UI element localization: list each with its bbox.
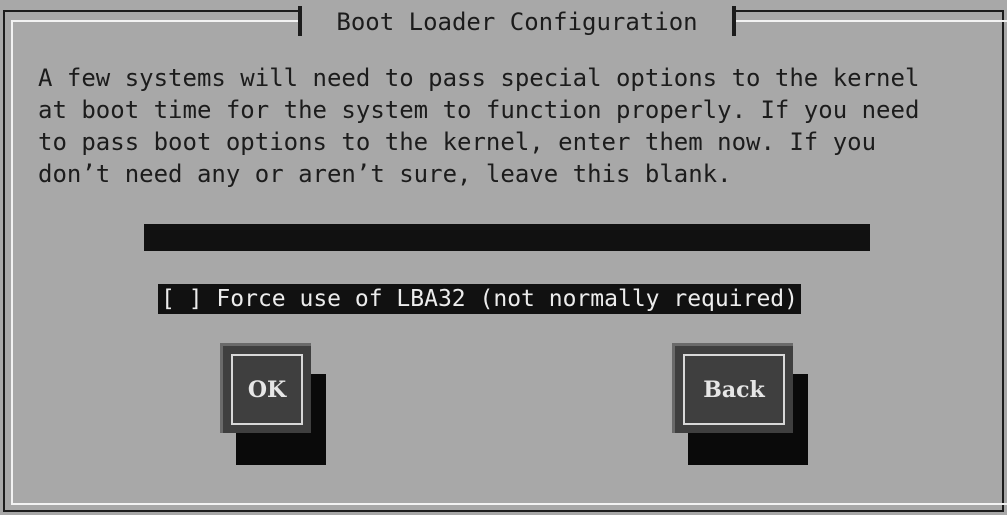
boot-loader-dialog: Boot Loader Configuration A few systems … — [0, 0, 1007, 515]
installer-screen: Boot Loader Configuration A few systems … — [0, 0, 1007, 515]
title-separator-right — [732, 6, 736, 36]
dialog-description: A few systems will need to pass special … — [38, 64, 920, 188]
checkbox-mark[interactable]: [ ] — [161, 284, 203, 314]
back-button-label: Back — [683, 354, 785, 425]
back-button[interactable]: Back — [672, 343, 793, 433]
lba32-checkbox[interactable]: [ ] Force use of LBA32 (not normally req… — [158, 284, 801, 314]
dialog-title: Boot Loader Configuration — [336, 8, 698, 36]
ok-button[interactable]: OK — [220, 343, 311, 433]
kernel-options-input[interactable] — [144, 224, 870, 251]
dialog-title-container: Boot Loader Configuration — [298, 4, 736, 40]
title-separator-left — [298, 6, 302, 36]
ok-button-label: OK — [231, 354, 303, 425]
checkbox-label: Force use of LBA32 (not normally require… — [216, 286, 798, 312]
